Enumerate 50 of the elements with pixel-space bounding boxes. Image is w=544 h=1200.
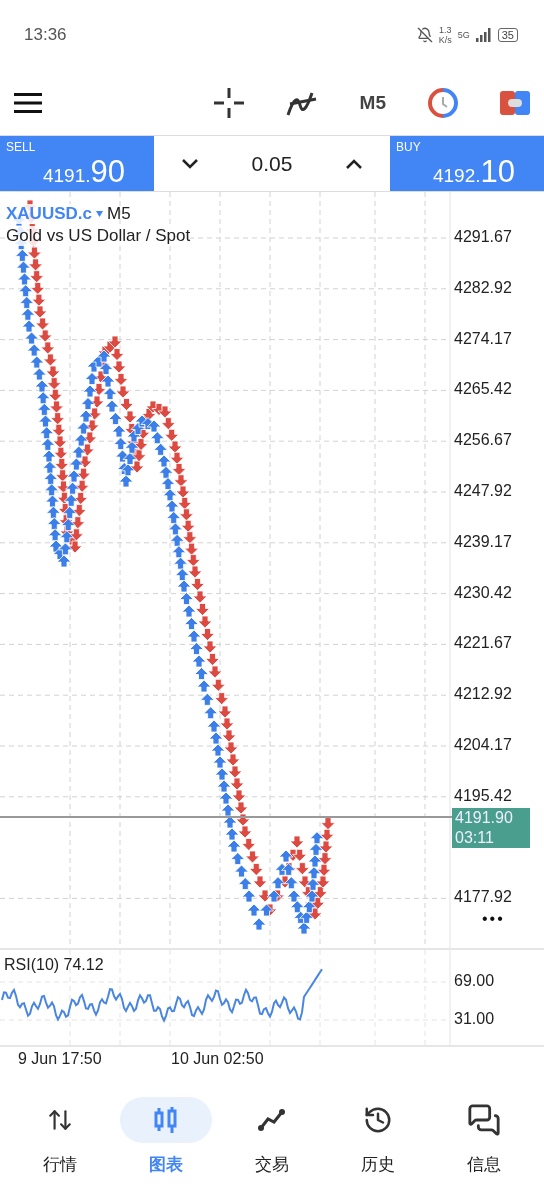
price-label: 4177.92 <box>454 888 512 907</box>
symbol-description: Gold vs US Dollar / Spot <box>6 226 191 246</box>
price-label: 4282.92 <box>454 278 512 297</box>
nav-tab[interactable]: 交易 <box>222 1097 322 1176</box>
speed-value: 1.3 <box>438 25 452 35</box>
sell-button[interactable]: SELL 4191.90 <box>0 136 154 191</box>
rsi-level: 69.00 <box>454 972 495 990</box>
time-label: 9 Jun 17:50 <box>18 1050 102 1068</box>
rsi-level: 31.00 <box>454 1010 495 1028</box>
timeframe-button[interactable]: M5 <box>359 91 386 114</box>
chart-timeframe: M5 <box>106 204 131 224</box>
price-label: 4204.17 <box>454 736 512 754</box>
decrease-lot-button[interactable] <box>180 157 199 170</box>
lot-size[interactable]: 0.05 <box>251 151 293 176</box>
clock-circle-button[interactable] <box>428 87 458 118</box>
trade-panel-button[interactable] <box>500 90 530 115</box>
more-button[interactable]: ••• <box>482 910 505 928</box>
time-label: 10 Jun 02:50 <box>171 1050 264 1068</box>
rsi-title: RSI(10) 74.12 <box>4 956 104 974</box>
price-label: 4265.42 <box>454 380 512 399</box>
nav-tab[interactable]: 历史 <box>328 1097 428 1176</box>
increase-lot-button[interactable] <box>345 157 364 170</box>
price-label: 4239.17 <box>454 532 512 551</box>
dropdown-icon <box>95 211 103 217</box>
price-label: 4247.92 <box>454 482 512 500</box>
price-label: 4221.67 <box>454 634 512 653</box>
up-down-arrows-icon <box>47 1107 73 1133</box>
crosshair-button[interactable] <box>213 87 244 118</box>
bell-off-icon <box>416 27 433 43</box>
price-label: 4274.17 <box>454 329 512 348</box>
price-label: 4195.42 <box>454 786 512 805</box>
price-label: 4291.67 <box>454 228 512 246</box>
signal-icon <box>475 28 492 42</box>
price-label: 4212.92 <box>454 685 512 704</box>
history-icon <box>363 1105 393 1135</box>
nav-tab[interactable]: 行情 <box>10 1097 110 1176</box>
candlestick-icon <box>153 1106 179 1134</box>
clock-time: 13:36 <box>24 25 68 45</box>
price-label: 4230.42 <box>454 583 512 602</box>
menu-button[interactable] <box>14 92 42 113</box>
battery-level: 35 <box>497 28 518 42</box>
price-label: 4256.67 <box>454 431 512 450</box>
current-price-badge: 4191.90 03:11 <box>452 808 530 848</box>
symbol-name[interactable]: XAUUSD.c <box>6 204 92 224</box>
line-chart-icon <box>257 1107 287 1133</box>
messages-icon <box>467 1103 501 1137</box>
nav-tab[interactable]: 信息 <box>434 1097 534 1176</box>
network-type: 5G <box>457 30 470 40</box>
buy-button[interactable]: BUY 4192.10 <box>390 136 544 191</box>
speed-unit: K/s <box>438 35 452 45</box>
